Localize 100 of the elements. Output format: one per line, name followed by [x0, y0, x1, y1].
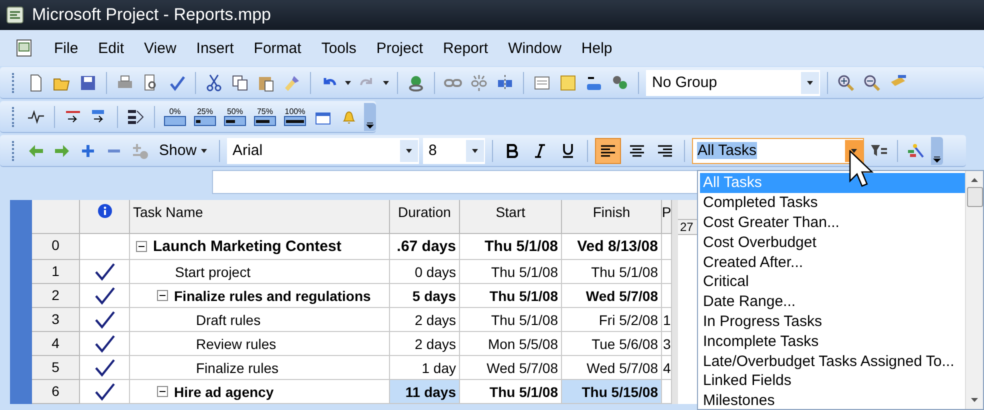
column-header[interactable]: Start	[460, 200, 562, 234]
task-name: Finalize rules and regulations	[174, 288, 371, 304]
task-name: Launch Marketing Contest	[153, 238, 342, 255]
filter-option[interactable]: Completed Tasks	[700, 192, 965, 213]
finish-date-cell: Wed 5/7/08	[562, 356, 662, 380]
filter-option[interactable]: Cost Greater Than...	[700, 212, 965, 232]
finish-date-cell: Thu 5/15/08	[562, 380, 662, 404]
row-number[interactable]: 6	[32, 380, 80, 404]
duration-cell: 2 days	[390, 308, 460, 332]
row-number[interactable]: 0	[32, 234, 80, 260]
filter-option[interactable]: In Progress Tasks	[700, 312, 965, 332]
checkmark-icon	[94, 358, 116, 376]
menu-item[interactable]: Insert	[196, 40, 234, 56]
predecessor-cell: 4	[662, 356, 672, 380]
redo-dropdown-caret-icon[interactable]	[382, 80, 390, 86]
toolbar-options-icon[interactable]	[930, 136, 943, 164]
indicators-header[interactable]	[80, 200, 130, 234]
task-name: Review rules	[196, 336, 276, 352]
duration-cell: 1 day	[390, 356, 460, 380]
start-date-cell: Thu 5/1/08	[460, 234, 562, 260]
task-name: Hire ad agency	[174, 384, 274, 400]
document-icon[interactable]	[14, 38, 34, 58]
menu-item[interactable]: Format	[254, 40, 302, 56]
collapse-icon[interactable]	[157, 290, 168, 301]
dropdown-button[interactable]	[400, 140, 418, 162]
column-header[interactable]: Task Name	[130, 200, 390, 234]
filter-dropdown[interactable]: All Tasks	[696, 142, 758, 159]
filter-option[interactable]: Milestones	[700, 390, 965, 410]
start-date-cell: Thu 5/1/08	[460, 308, 562, 332]
task-name: Draft rules	[196, 312, 261, 328]
dropdown-button[interactable]	[466, 140, 484, 162]
menu-item[interactable]: Help	[581, 40, 612, 56]
caret-icon[interactable]	[200, 148, 208, 154]
start-date-cell: Mon 5/5/08	[460, 332, 562, 356]
duration-cell: .67 days	[390, 234, 460, 260]
column-header[interactable]: P	[662, 200, 672, 234]
show-menu-button[interactable]: Show	[155, 142, 212, 159]
row-number[interactable]: 4	[32, 332, 80, 356]
progress-button[interactable]: 50%	[222, 106, 248, 128]
menu-item[interactable]: View	[144, 40, 176, 56]
menu-item[interactable]: Tools	[321, 40, 356, 56]
row-number[interactable]: 3	[32, 308, 80, 332]
caret-icon[interactable]	[404, 148, 413, 154]
checkmark-icon	[94, 382, 116, 400]
collapse-icon[interactable]	[136, 241, 147, 252]
undo-dropdown-caret-icon[interactable]	[344, 80, 352, 86]
checkmark-icon	[94, 286, 116, 304]
caret-icon[interactable]	[470, 148, 479, 154]
align-left-icon[interactable]	[594, 138, 621, 164]
filter-option[interactable]: Date Range...	[700, 292, 965, 312]
menu-item[interactable]: Edit	[98, 40, 124, 56]
duration-cell: 2 days	[390, 332, 460, 356]
filter-option[interactable]: Cost Overbudget	[700, 232, 965, 252]
task-name: Finalize rules	[196, 360, 278, 376]
duration-cell: 0 days	[390, 260, 460, 284]
menu-item[interactable]: Window	[508, 40, 562, 56]
filter-option[interactable]: Late/Overbudget Tasks Assigned To...	[700, 351, 965, 371]
progress-bar-icon	[194, 116, 216, 126]
app-icon	[6, 6, 24, 24]
checkmark-icon	[94, 334, 116, 352]
start-date-cell: Thu 5/1/08	[460, 284, 562, 308]
progress-bar-icon	[254, 116, 276, 126]
row-number[interactable]: 2	[32, 284, 80, 308]
start-date-cell: Thu 5/1/08	[460, 380, 562, 404]
column-header[interactable]: Duration	[390, 200, 460, 234]
column-header[interactable]: Finish	[562, 200, 662, 234]
progress-button[interactable]: 0%	[162, 106, 188, 128]
progress-bar-icon	[284, 116, 306, 126]
menu-item[interactable]: File	[54, 40, 78, 56]
scrollbar-thumb[interactable]	[966, 187, 982, 207]
collapse-icon[interactable]	[157, 386, 168, 397]
filter-option[interactable]: Linked Fields	[700, 370, 965, 391]
start-date-cell: Thu 5/1/08	[460, 260, 562, 284]
filter-option[interactable]: Incomplete Tasks	[700, 331, 965, 352]
duration-cell: 11 days	[390, 380, 460, 404]
toolbar-options-icon[interactable]	[364, 102, 376, 130]
menu-item[interactable]: Project	[376, 40, 424, 56]
progress-button[interactable]: 100%	[282, 106, 308, 128]
scroll-down-icon[interactable]	[970, 397, 979, 403]
progress-button[interactable]: 75%	[252, 106, 278, 128]
finish-date-cell: Fri 5/2/08	[562, 308, 662, 332]
row-number[interactable]: 5	[32, 356, 80, 380]
filter-option[interactable]: Created After...	[700, 252, 965, 272]
progress-bar-icon	[224, 116, 246, 126]
menu-item[interactable]: Report	[443, 40, 488, 56]
progress-button[interactable]: 25%	[192, 106, 218, 128]
predecessor-cell: 3	[662, 332, 672, 356]
entry-field[interactable]	[212, 170, 698, 194]
scrollbar[interactable]	[965, 171, 983, 409]
dropdown-button[interactable]	[801, 72, 819, 94]
caret-icon[interactable]	[850, 148, 858, 154]
filter-option[interactable]: Critical	[700, 272, 965, 292]
row-number[interactable]: 1	[32, 260, 80, 284]
window-title: Microsoft Project - Reports.mpp	[32, 5, 272, 25]
start-date-cell: Wed 5/7/08	[460, 356, 562, 380]
progress-bar-icon	[164, 116, 186, 126]
task-name: Start project	[175, 264, 250, 280]
finish-date-cell: Wed 5/7/08	[562, 284, 662, 308]
scroll-up-icon[interactable]	[970, 177, 979, 183]
caret-icon[interactable]	[806, 80, 814, 86]
